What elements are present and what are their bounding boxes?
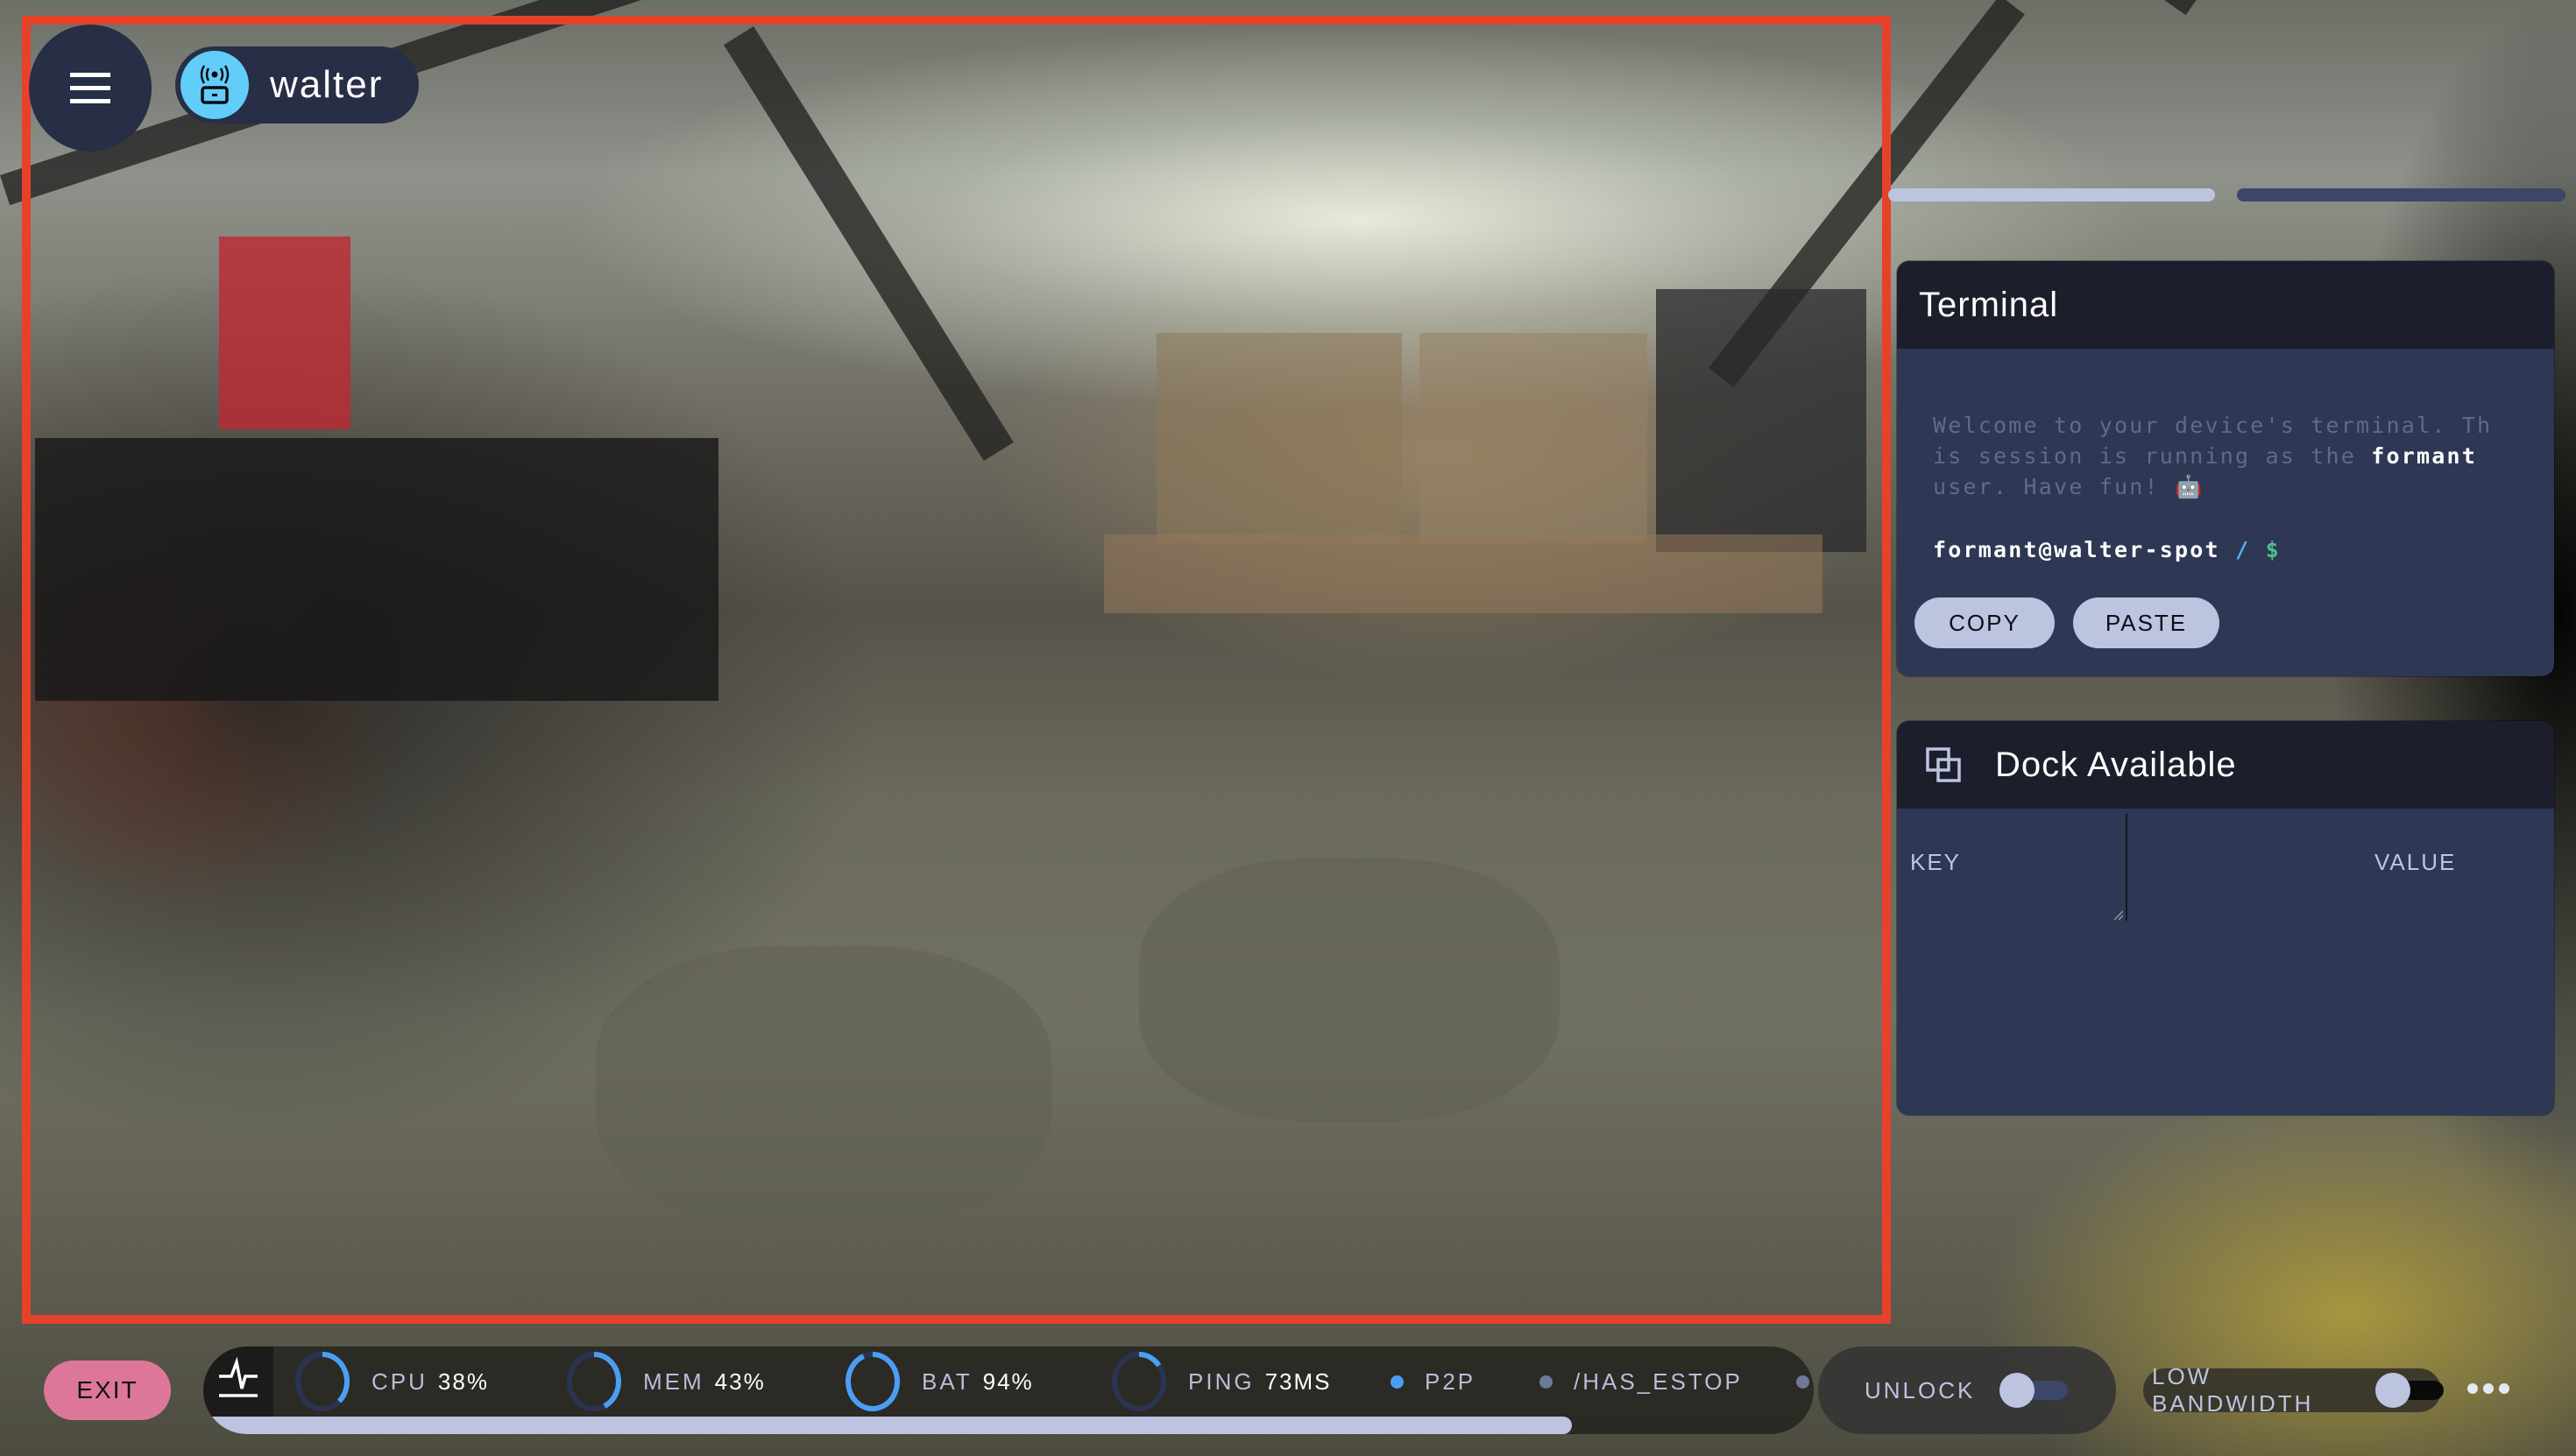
mem-ring-gauge (567, 1352, 621, 1411)
selected-module-frame (22, 16, 1891, 1324)
metric-label: MEM (643, 1368, 704, 1395)
unlock-toggle[interactable] (1999, 1373, 2070, 1408)
more-dot (2499, 1383, 2509, 1394)
more-options-button[interactable] (2445, 1354, 2532, 1424)
terminal-welcome-line-2: is session is running as the formant (1933, 441, 2554, 471)
ring-progress-arc (1138, 1352, 1162, 1368)
column-resize-divider[interactable] (2126, 814, 2127, 921)
heartbeat-tab[interactable] (203, 1346, 273, 1417)
metric-value: 43% (714, 1368, 766, 1395)
terminal-panel: Terminal Welcome to your device's termin… (1897, 261, 2554, 676)
device-selector[interactable]: walter (175, 46, 419, 124)
dock-available-panel: Dock Available KEY VALUE (1897, 721, 2554, 1115)
p2p-status-dot (1391, 1375, 1404, 1389)
low-bandwidth-label: LOW BANDWIDTH (2152, 1363, 2314, 1417)
prompt-user-host: formant@walter-spot (1933, 537, 2220, 562)
dock-title: Dock Available (1995, 745, 2237, 784)
terminal-header: Terminal (1897, 261, 2554, 349)
cpu-ring-gauge (295, 1352, 350, 1411)
low-bandwidth-toggle[interactable] (2375, 1373, 2445, 1408)
indicator-label: /HAS_ESTOP (1574, 1368, 1743, 1395)
bat-ring-gauge (846, 1352, 900, 1411)
page-indicator-2[interactable] (2237, 188, 2565, 201)
terminal-welcome-text: is session is running as the (1933, 443, 2372, 469)
ring-progress-arc (593, 1352, 621, 1409)
metric-cpu: CPU 38% (293, 1350, 489, 1413)
key-column-header: KEY (1910, 849, 1962, 875)
copy-button[interactable]: COPY (1914, 597, 2055, 648)
feed-ceiling-beam (2164, 0, 2317, 16)
metric-mem: MEM 43% (564, 1350, 766, 1413)
paste-button[interactable]: PASTE (2073, 597, 2219, 648)
terminal-welcome-line-1: Welcome to your device's terminal. Th (1933, 413, 2493, 438)
unlock-control: UNLOCK (1818, 1346, 2116, 1434)
indicator-label: P2P (1425, 1368, 1476, 1395)
status-strip-scrollbar[interactable] (203, 1417, 1573, 1434)
status-dot (1796, 1375, 1809, 1389)
low-bandwidth-control: LOW BANDWIDTH (2143, 1363, 2445, 1417)
dock-key-value-table: KEY VALUE (1897, 809, 2554, 1115)
prompt-symbol: $ (2265, 537, 2281, 562)
hamburger-menu-icon (70, 64, 110, 112)
value-column-header: VALUE (2374, 849, 2457, 875)
terminal-prompt[interactable]: formant@walter-spot / $ (1933, 534, 2554, 565)
metric-value: 38% (437, 1368, 489, 1395)
terminal-welcome-line-3: user. Have fun! 🤖 (1933, 474, 2204, 499)
menu-button[interactable] (29, 25, 152, 152)
device-name: walter (270, 63, 384, 106)
dock-header: Dock Available (1897, 721, 2554, 809)
robot-signal-icon (180, 51, 249, 119)
indicator-p2p: P2P (1391, 1350, 1476, 1413)
toggle-knob (1999, 1373, 2035, 1408)
terminal-title: Terminal (1919, 285, 2059, 324)
prompt-path: / (2235, 537, 2251, 562)
ring-progress-arc (322, 1352, 350, 1403)
metric-ping: PING 73MS (1109, 1350, 1332, 1413)
indicator-has-estop: /HAS_ESTOP (1539, 1350, 1743, 1413)
more-dot (2483, 1383, 2494, 1394)
unlock-label: UNLOCK (1865, 1376, 1976, 1403)
exit-button[interactable]: EXIT (44, 1361, 171, 1420)
ring-progress-arc (846, 1352, 900, 1411)
metric-value: 94% (982, 1368, 1034, 1395)
toggle-knob (2375, 1373, 2411, 1408)
page-indicator-1[interactable] (1888, 188, 2215, 201)
estop-status-dot (1539, 1375, 1553, 1389)
metric-bat: BAT 94% (843, 1350, 1034, 1413)
heartbeat-icon (219, 1357, 258, 1397)
resize-grip-icon[interactable] (2112, 907, 2124, 921)
indicator-extra (1796, 1350, 1809, 1413)
status-strip: CPU 38% MEM 43% BAT 94% PING 73MS P2P /H… (203, 1346, 1814, 1434)
more-horizontal-icon (2467, 1383, 2478, 1394)
ping-ring-gauge (1112, 1352, 1166, 1411)
metric-label: PING (1188, 1368, 1255, 1395)
terminal-output[interactable]: Welcome to your device's terminal. Th is… (1897, 349, 2554, 565)
copy-squares-icon (1925, 746, 1962, 783)
metric-label: CPU (372, 1368, 428, 1395)
terminal-user-highlight: formant (2371, 443, 2478, 469)
metric-label: BAT (922, 1368, 973, 1395)
metric-value: 73MS (1264, 1368, 1332, 1395)
